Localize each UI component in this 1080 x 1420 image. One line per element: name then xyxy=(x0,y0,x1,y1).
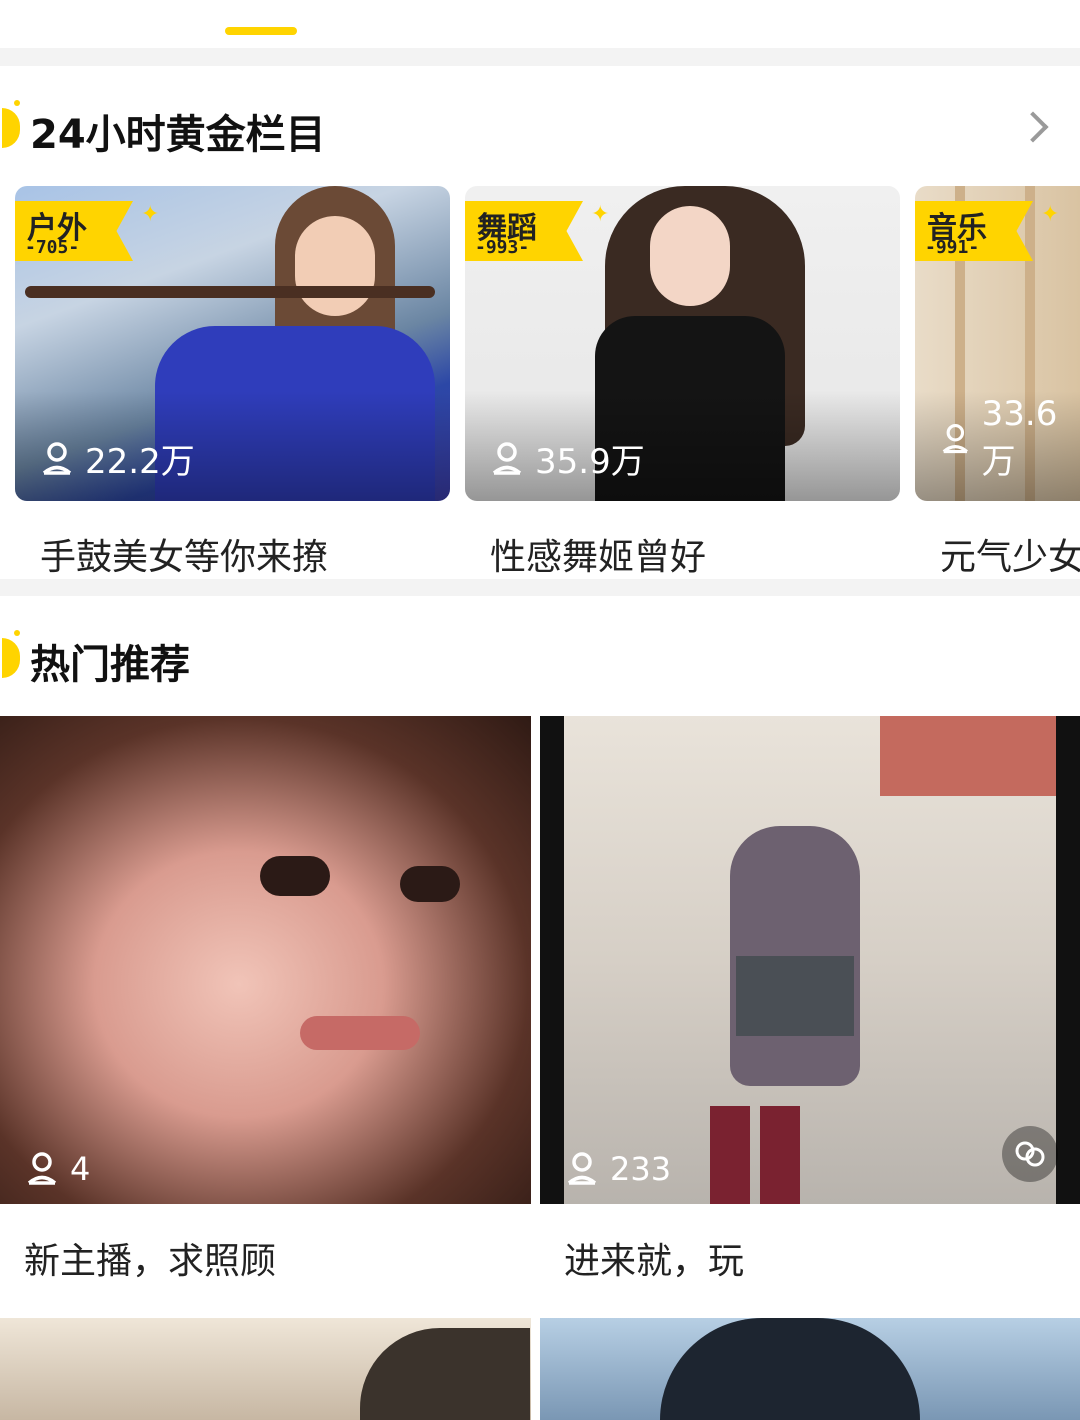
photo-eye xyxy=(400,866,460,902)
viewer-count-text: 4 xyxy=(70,1150,91,1188)
photo-hair xyxy=(660,1318,920,1420)
card-caption[interactable]: 性感舞姬曾好 xyxy=(490,528,706,580)
viewer-count-text: 22.2万 xyxy=(85,442,195,482)
section-marker-icon xyxy=(2,108,20,148)
viewer-count: 33.6万 xyxy=(941,394,1080,483)
person-icon xyxy=(942,423,968,453)
card-caption[interactable]: 手鼓美女等你来撩 xyxy=(40,528,328,580)
photo-face xyxy=(295,216,375,316)
viewer-count-text: 33.6万 xyxy=(981,394,1058,482)
photo-eye xyxy=(260,856,330,896)
viewer-count: 35.9万 xyxy=(491,434,645,483)
section-title: 24小时黄金栏目 xyxy=(30,112,326,158)
photo-flute xyxy=(25,286,435,298)
section-marker-dot xyxy=(14,630,20,636)
photo-edge xyxy=(540,716,564,1204)
photo-face xyxy=(650,206,730,306)
section-marker-icon xyxy=(2,638,20,678)
sparkle-icon: ✦ xyxy=(591,202,610,227)
viewer-count-text: 233 xyxy=(610,1150,672,1188)
viewer-count: 4 xyxy=(26,1150,90,1188)
category-number: -705- xyxy=(25,237,80,258)
active-tab-indicator xyxy=(225,27,297,35)
sparkle-icon: ✦ xyxy=(141,202,160,227)
person-icon xyxy=(492,441,522,475)
hot-recommend-section: 热门推荐 4 新主播，求照顾 233 进来就，玩 xyxy=(0,596,1080,1420)
person-icon xyxy=(42,441,72,475)
photo-shape xyxy=(360,1328,530,1420)
column-card[interactable]: 舞蹈 -993- ✦ 35.9万 xyxy=(465,186,900,501)
person-icon xyxy=(27,1152,57,1185)
viewer-count: 233 xyxy=(566,1150,671,1188)
category-badge: 音乐 -991- xyxy=(915,201,1033,261)
photo-edge xyxy=(1056,716,1080,1204)
stream-tile[interactable] xyxy=(540,1318,1080,1420)
column-card[interactable]: 户外 -705- ✦ 22.2万 xyxy=(15,186,450,501)
photo-roof xyxy=(880,716,1056,796)
column-card[interactable]: 音乐 -991- ✦ 33.6万 xyxy=(915,186,1080,501)
category-badge: 舞蹈 -993- xyxy=(465,201,583,261)
section-marker-dot xyxy=(14,100,20,106)
stream-tile[interactable]: 233 xyxy=(540,716,1080,1204)
link-icon[interactable] xyxy=(1002,1126,1058,1182)
viewer-count: 22.2万 xyxy=(41,434,195,483)
golden-columns-section: 24小时黄金栏目 户外 -705- ✦ 22.2万 手鼓美女等你来撩 舞蹈 -9… xyxy=(0,66,1080,579)
viewer-count-text: 35.9万 xyxy=(535,442,645,482)
photo-shorts xyxy=(736,956,854,1036)
stream-tile[interactable]: 4 xyxy=(0,716,531,1204)
stream-tile[interactable] xyxy=(0,1318,531,1420)
photo-stocking xyxy=(710,1106,750,1204)
person-icon xyxy=(567,1152,597,1185)
sparkle-icon: ✦ xyxy=(1041,202,1060,227)
top-tab-bar xyxy=(0,0,1080,48)
section-title: 热门推荐 xyxy=(30,642,190,688)
stream-caption[interactable]: 新主播，求照顾 xyxy=(24,1232,276,1284)
photo-stocking xyxy=(760,1106,800,1204)
card-caption[interactable]: 元气少女 xyxy=(940,528,1080,580)
category-number: -991- xyxy=(925,237,980,258)
link-icon-glyph xyxy=(1015,1141,1045,1167)
category-number: -993- xyxy=(475,237,530,258)
photo-lips xyxy=(300,1016,420,1050)
chevron-right-icon[interactable] xyxy=(1017,111,1049,143)
stream-caption[interactable]: 进来就，玩 xyxy=(564,1232,744,1284)
category-badge: 户外 -705- xyxy=(15,201,133,261)
